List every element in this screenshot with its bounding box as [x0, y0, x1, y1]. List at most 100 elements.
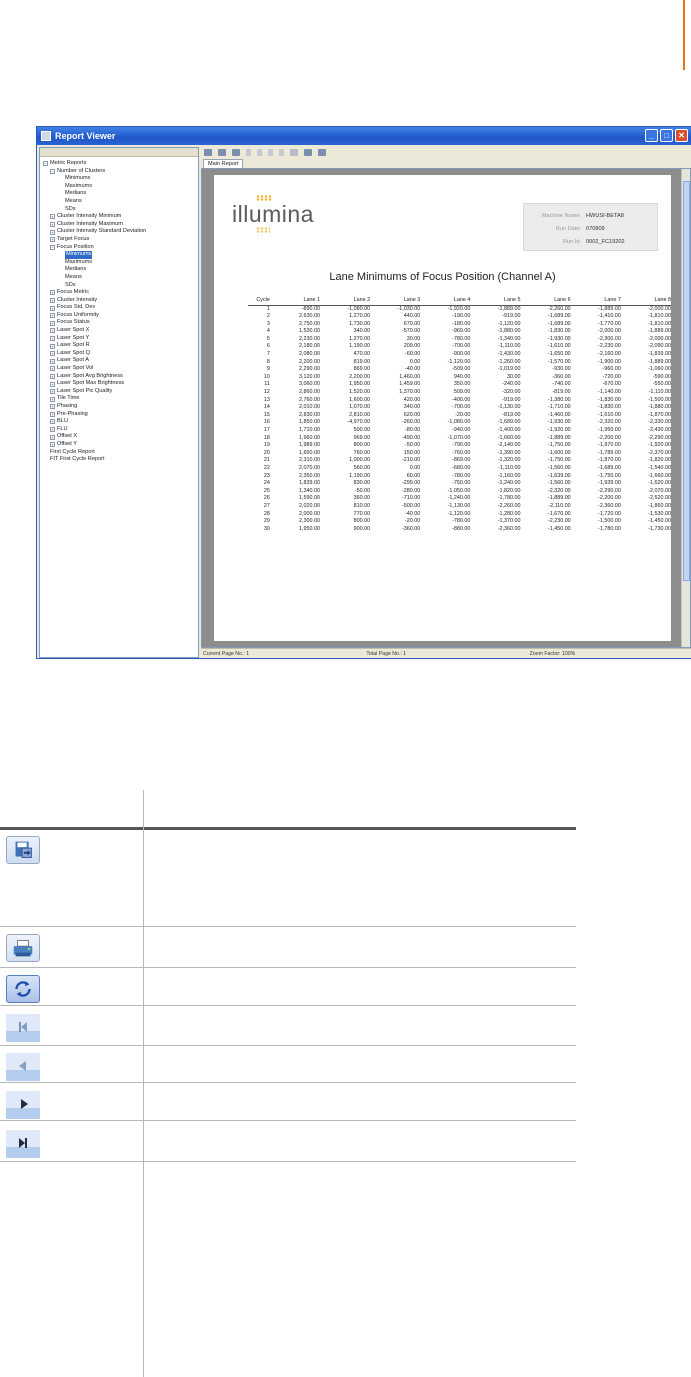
expand-icon[interactable]: +	[50, 229, 55, 235]
tree-item[interactable]: Minimums	[40, 175, 198, 183]
expand-icon[interactable]: +	[50, 358, 55, 364]
expand-icon[interactable]: +	[50, 411, 55, 417]
tree-item[interactable]: + FLU	[40, 426, 198, 434]
tree-item[interactable]: + Focus Metric	[40, 289, 198, 297]
zoom-icon[interactable]	[318, 149, 326, 156]
expand-icon[interactable]: +	[50, 389, 55, 395]
reference-row	[0, 968, 576, 1006]
tree-item[interactable]: Means	[40, 198, 198, 206]
expand-icon[interactable]: +	[50, 237, 55, 243]
tree-item[interactable]: SDs	[40, 282, 198, 290]
column-header: Lane 8	[620, 297, 671, 306]
find-icon[interactable]	[304, 149, 312, 156]
scrollbar-thumb[interactable]	[683, 181, 690, 581]
expand-icon[interactable]: +	[50, 313, 55, 319]
maximize-button[interactable]: □	[660, 129, 673, 142]
tree-item[interactable]: + Laser Spot X	[40, 327, 198, 335]
tab-main-report[interactable]: Main Report	[203, 159, 244, 168]
page-margin-rule	[683, 0, 685, 70]
expand-icon[interactable]: +	[50, 442, 55, 448]
expand-icon[interactable]: +	[50, 427, 55, 433]
previous-page-icon[interactable]	[257, 149, 262, 156]
tree-item[interactable]: + Tile Time	[40, 395, 198, 403]
tree-item[interactable]: + Laser Spot Avg Brightness	[40, 373, 198, 381]
expand-icon[interactable]: +	[50, 373, 55, 379]
collapse-icon[interactable]: −	[43, 161, 48, 167]
expand-icon[interactable]: +	[50, 366, 55, 372]
tree-item[interactable]: + Phasing	[40, 403, 198, 411]
expand-icon[interactable]: +	[50, 419, 55, 425]
vertical-scrollbar[interactable]	[681, 169, 690, 647]
expand-icon[interactable]: +	[50, 404, 55, 410]
expand-icon[interactable]: +	[50, 214, 55, 220]
refresh-icon[interactable]	[232, 149, 240, 156]
tree-item[interactable]: + Laser Spot Pic Quality	[40, 388, 198, 396]
tree-item[interactable]: + Offset X	[40, 433, 198, 441]
save-icon[interactable]	[204, 149, 212, 156]
tree-item[interactable]: + Laser Spot Max Brightness	[40, 380, 198, 388]
tree-item[interactable]: Maximums	[40, 259, 198, 267]
next-page-icon[interactable]	[268, 149, 273, 156]
expand-icon[interactable]: +	[50, 328, 55, 334]
tree-item[interactable]: + Pre-Phasing	[40, 411, 198, 419]
expand-icon[interactable]: +	[50, 305, 55, 311]
expand-icon[interactable]: +	[50, 335, 55, 341]
first-page-icon[interactable]	[246, 149, 251, 156]
tree-item[interactable]: + BLU	[40, 418, 198, 426]
tree-item[interactable]: + Cluster Intensity Maximum	[40, 221, 198, 229]
tree-item[interactable]: + Laser Spot Vol	[40, 365, 198, 373]
column-header: Lane 3	[370, 297, 421, 306]
tree-item[interactable]: + Focus Status	[40, 319, 198, 327]
last-page-icon[interactable]	[279, 149, 284, 156]
expand-icon[interactable]: +	[50, 351, 55, 357]
lane-value-cell: -1,820.00	[497, 487, 521, 494]
collapse-icon[interactable]: −	[50, 244, 55, 250]
tree-item[interactable]: + Focus Std. Dev	[40, 304, 198, 312]
tree-item-label: Offset X	[57, 433, 78, 440]
column-header: Lane 7	[570, 297, 621, 306]
tree-item[interactable]: FIT First Cycle Report	[40, 456, 198, 464]
tree-item[interactable]: Minimums	[40, 251, 198, 259]
collapse-icon[interactable]: −	[50, 168, 55, 174]
minimize-button[interactable]: _	[645, 129, 658, 142]
expand-icon[interactable]: +	[50, 343, 55, 349]
expand-icon[interactable]: +	[50, 320, 55, 326]
tree-item[interactable]: − Metric Reports	[40, 160, 198, 168]
expand-icon[interactable]: +	[50, 297, 55, 303]
export-icon[interactable]	[290, 149, 298, 156]
expand-icon[interactable]: +	[50, 290, 55, 296]
expand-icon[interactable]: +	[50, 222, 55, 228]
tree-item[interactable]: Medians	[40, 266, 198, 274]
tree-item[interactable]: + Laser Spot A	[40, 357, 198, 365]
tree-item[interactable]: + Cluster Intensity Minimum	[40, 213, 198, 221]
tree-item[interactable]: + Cluster Intensity	[40, 297, 198, 305]
tree-item[interactable]: SDs	[40, 206, 198, 214]
tree-item[interactable]: First Cycle Report	[40, 449, 198, 457]
lane-value-cell: -1,500.00	[648, 396, 671, 403]
expand-icon[interactable]: +	[50, 434, 55, 440]
tree-item[interactable]: − Focus Position	[40, 244, 198, 252]
lane-value-cell: 440.00	[403, 313, 421, 320]
tree-item[interactable]: Medians	[40, 190, 198, 198]
run-id-row: Run Id: 0002_FC19202	[524, 235, 657, 248]
tree-item[interactable]: + Focus Uniformity	[40, 312, 198, 320]
tree-item[interactable]: + Offset Y	[40, 441, 198, 449]
tree-item[interactable]: Means	[40, 274, 198, 282]
print-icon[interactable]	[218, 149, 226, 156]
lane-value-cell: -2,230.00	[547, 518, 571, 525]
expand-icon[interactable]: +	[50, 396, 55, 402]
lane-value-cell: -1,720.00	[598, 510, 621, 517]
expand-icon[interactable]: +	[50, 381, 55, 387]
tree-item[interactable]: − Number of Clusters	[40, 168, 198, 176]
close-button[interactable]: ✕	[675, 129, 688, 142]
tree-item[interactable]: + Target Focus	[40, 236, 198, 244]
tree-item[interactable]: + Laser Spot R	[40, 342, 198, 350]
tree-item[interactable]: Maximums	[40, 183, 198, 191]
tree-item[interactable]: + Laser Spot Y	[40, 335, 198, 343]
tree-item[interactable]: + Laser Spot Q	[40, 350, 198, 358]
window-title-bar[interactable]: Report Viewer _ □ ✕	[37, 127, 691, 145]
tree-item[interactable]: + Cluster Intensity Standard Deviation	[40, 228, 198, 236]
lane-value-cell: -1,889.00	[648, 358, 671, 365]
